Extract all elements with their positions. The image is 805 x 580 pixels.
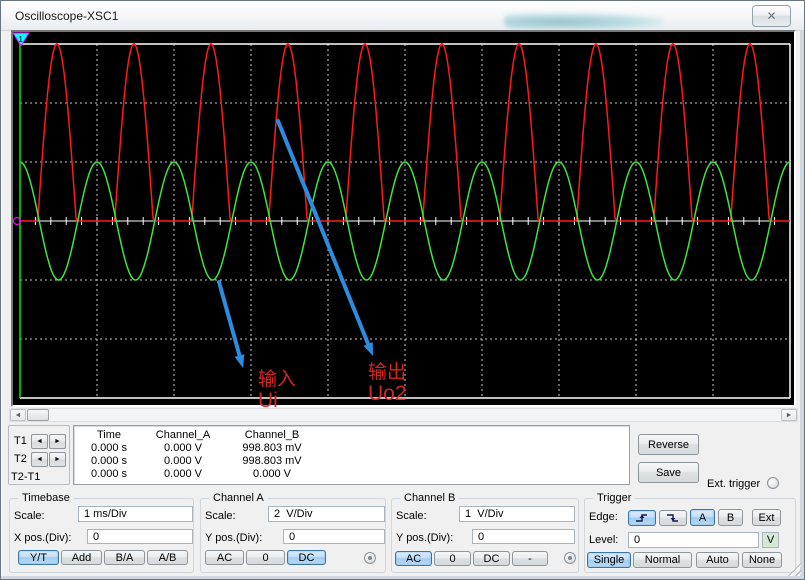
scroll-right-button[interactable]: ► — [781, 409, 797, 421]
t1-channel-b-value: 998.803 mV — [222, 442, 322, 455]
timebase-add-button[interactable]: Add — [61, 550, 102, 565]
timebase-title: Timebase — [18, 492, 74, 504]
t1-label: T1 — [14, 435, 27, 447]
reverse-button[interactable]: Reverse — [638, 434, 699, 455]
trigger-title: Trigger — [593, 492, 635, 504]
t1-channel-a-value: 0.000 V — [144, 442, 222, 455]
arrow-right-icon: ► — [786, 412, 793, 419]
arrow-left-icon: ◄ — [15, 412, 22, 419]
trigger-group: Trigger Edge: A B Ext Level: 0 V Single … — [584, 498, 796, 573]
arrow-right-icon: ► — [54, 456, 61, 463]
t1-left-button[interactable]: ◄ — [31, 434, 48, 449]
channel-a-title: Channel A — [209, 492, 268, 504]
annotation-input-sub: Ui — [258, 390, 296, 411]
t2-t1-time-value: 0.000 s — [74, 468, 144, 481]
timebase-ab-button[interactable]: A/B — [147, 550, 188, 565]
timebase-xpos-label: X pos.(Div): — [14, 532, 71, 544]
glass-reflection — [504, 13, 664, 29]
window-title: Oscilloscope-XSC1 — [15, 9, 118, 23]
scope-display[interactable]: 1 — [13, 32, 794, 405]
annotation-input-cn: 输入 — [258, 369, 296, 390]
arrow-left-icon: ◄ — [36, 438, 43, 445]
channel-a-ground-button[interactable]: 0 — [246, 550, 285, 565]
channel-b-group: Channel B Scale: 1 V/Div Y pos.(Div): 0 … — [391, 498, 579, 573]
scrollbar-thumb[interactable] — [27, 409, 49, 421]
trigger-source-a-button[interactable]: A — [690, 509, 715, 526]
ext-trigger-label: Ext. trigger — [707, 478, 760, 490]
channel-a-ac-button[interactable]: AC — [205, 550, 244, 565]
horizontal-scrollbar[interactable]: ◄ ► — [9, 408, 798, 422]
t2-time-value: 0.000 s — [74, 455, 144, 468]
channel-b-ac-button[interactable]: AC — [395, 551, 432, 566]
falling-edge-icon — [665, 512, 681, 524]
trigger-edge-label: Edge: — [589, 511, 618, 523]
trigger-rising-edge-button[interactable] — [628, 510, 656, 526]
t2-left-button[interactable]: ◄ — [31, 452, 48, 467]
trigger-level-input[interactable]: 0 — [628, 532, 759, 548]
channel-a-dc-button[interactable]: DC — [287, 550, 326, 565]
timebase-yt-button[interactable]: Y/T — [18, 550, 59, 565]
channel-b-ground-button[interactable]: 0 — [434, 551, 471, 566]
timebase-scale-label: Scale: — [14, 510, 45, 522]
t2-label: T2 — [14, 453, 27, 465]
readout-table: Time Channel_A Channel_B 0.000 s 0.000 V… — [73, 425, 630, 485]
trigger-falling-edge-button[interactable] — [659, 510, 687, 526]
arrow-left-icon: ◄ — [36, 456, 43, 463]
channel-a-input-terminal[interactable] — [364, 552, 376, 564]
t2-right-button[interactable]: ► — [49, 452, 66, 467]
col-header-channel-a: Channel_A — [144, 429, 222, 442]
t2-t1-channel-a-value: 0.000 V — [144, 468, 222, 481]
annotation-output: 输出 Uo2 — [368, 362, 407, 404]
rising-edge-icon — [634, 512, 650, 524]
channel-a-scale-label: Scale: — [205, 510, 236, 522]
trigger-normal-button[interactable]: Normal — [633, 552, 692, 568]
arrow-right-icon: ► — [54, 438, 61, 445]
trigger-none-button[interactable]: None — [742, 552, 782, 568]
channel-b-ypos-input[interactable]: 0 — [472, 529, 575, 544]
channel-a-ypos-label: Y pos.(Div): — [205, 532, 262, 544]
col-header-time: Time — [74, 429, 144, 442]
scope-display-frame: 1 — [11, 30, 796, 407]
annotation-input: 输入 Ui — [258, 369, 296, 411]
trigger-level-unit-select[interactable]: V — [762, 532, 779, 548]
channel-b-ypos-label: Y pos.(Div): — [396, 532, 453, 544]
channel-a-group: Channel A Scale: 2 V/Div Y pos.(Div): 0 … — [200, 498, 386, 573]
cursor-controls: T1 ◄ ► T2 ◄ ► T2-T1 — [8, 425, 70, 485]
t2-channel-a-value: 0.000 V — [144, 455, 222, 468]
close-icon: ✕ — [766, 10, 776, 22]
oscilloscope-window: Oscilloscope-XSC1 ✕ 1 输入 Ui 输出 Uo2 ◄ ► T… — [0, 0, 805, 580]
timebase-ba-button[interactable]: B/A — [104, 550, 145, 565]
trigger-auto-button[interactable]: Auto — [696, 552, 739, 568]
t1-right-button[interactable]: ► — [49, 434, 66, 449]
trigger-single-button[interactable]: Single — [587, 552, 631, 568]
channel-a-ypos-input[interactable]: 0 — [283, 529, 385, 544]
svg-text:1: 1 — [19, 35, 24, 44]
channel-b-input-terminal[interactable] — [564, 552, 576, 564]
t2-t1-channel-b-value: 0.000 V — [222, 468, 322, 481]
annotation-output-sub: Uo2 — [368, 383, 407, 404]
channel-a-scale-input[interactable]: 2 V/Div — [268, 506, 385, 522]
annotation-output-cn: 输出 — [368, 362, 407, 383]
timebase-scale-input[interactable]: 1 ms/Div — [78, 506, 193, 522]
scroll-left-button[interactable]: ◄ — [10, 409, 26, 421]
trigger-source-ext-button[interactable]: Ext — [752, 509, 781, 526]
save-button[interactable]: Save — [638, 462, 699, 483]
ext-trigger-terminal[interactable] — [767, 477, 779, 489]
t2-channel-b-value: 998.803 mV — [222, 455, 322, 468]
channel-b-scale-label: Scale: — [396, 510, 427, 522]
channel-b-title: Channel B — [400, 492, 459, 504]
titlebar[interactable]: Oscilloscope-XSC1 ✕ — [1, 1, 804, 31]
t2-t1-label: T2-T1 — [11, 471, 40, 483]
t1-time-value: 0.000 s — [74, 442, 144, 455]
channel-b-scale-input[interactable]: 1 V/Div — [459, 506, 575, 522]
channel-b-dc-button[interactable]: DC — [473, 551, 510, 566]
channel-b-minus-button[interactable]: - — [512, 551, 548, 566]
trigger-source-b-button[interactable]: B — [718, 509, 743, 526]
timebase-xpos-input[interactable]: 0 — [87, 529, 193, 544]
col-header-channel-b: Channel_B — [222, 429, 322, 442]
timebase-group: Timebase Scale: 1 ms/Div X pos.(Div): 0 … — [9, 498, 194, 573]
trigger-level-label: Level: — [589, 534, 618, 546]
close-button[interactable]: ✕ — [752, 5, 791, 27]
